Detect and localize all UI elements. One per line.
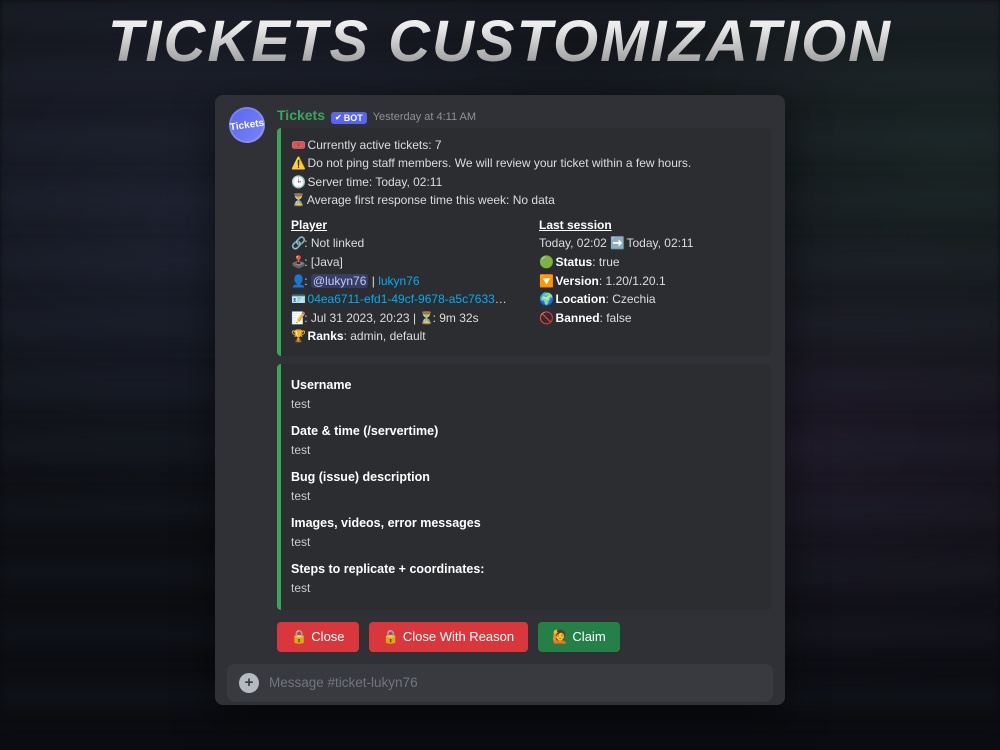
globe-icon: 🌍 bbox=[539, 290, 552, 309]
version-value: : 1.20/1.20.1 bbox=[599, 274, 666, 288]
trophy-icon: 🏆 bbox=[291, 327, 304, 346]
hourglass-icon: ⏳ bbox=[291, 191, 304, 210]
field-steps-value: test bbox=[291, 579, 759, 598]
player-duration: : 9m 32s bbox=[433, 311, 479, 325]
message-input[interactable] bbox=[269, 675, 761, 690]
claim-button-label: Claim bbox=[572, 629, 605, 644]
ranks-value: : admin, default bbox=[344, 329, 426, 343]
player-platform: : [Java] bbox=[304, 255, 343, 269]
field-username-label: Username bbox=[291, 376, 759, 395]
status-value: : true bbox=[592, 255, 619, 269]
status-dot-icon: 🟢 bbox=[539, 253, 552, 272]
lock-icon: 🔒 bbox=[291, 629, 305, 645]
close-with-reason-label: Close With Reason bbox=[403, 629, 514, 644]
user-link[interactable]: lukyn76 bbox=[378, 274, 419, 288]
claim-button[interactable]: 🙋 Claim bbox=[538, 622, 620, 652]
raise-hand-icon: 🙋 bbox=[552, 629, 566, 645]
embed-form: Usernametest Date & time (/servertime)te… bbox=[277, 364, 771, 610]
field-username-value: test bbox=[291, 395, 759, 414]
session-column: Last session Today, 02:02 ➡️ Today, 02:1… bbox=[539, 216, 759, 346]
discord-panel: Tickets Tickets BOT Yesterday at 4:11 AM… bbox=[215, 95, 785, 705]
field-bug-value: test bbox=[291, 487, 759, 506]
banned-label: Banned bbox=[556, 311, 600, 325]
close-with-reason-button[interactable]: 🔒 Close With Reason bbox=[369, 622, 529, 652]
player-heading: Player bbox=[291, 218, 327, 232]
page-title: TICKETS CUSTOMIZATION bbox=[0, 8, 1000, 75]
location-value: : Czechia bbox=[606, 292, 656, 306]
embed-info: 🎟️ Currently active tickets: 7 ⚠️ Do not… bbox=[277, 128, 771, 357]
session-to: Today, 02:11 bbox=[623, 236, 693, 250]
bot-message: Tickets Tickets BOT Yesterday at 4:11 AM… bbox=[215, 95, 785, 618]
link-icon: 🔗 bbox=[291, 234, 304, 253]
field-datetime-value: test bbox=[291, 441, 759, 460]
ranks-label: Ranks bbox=[308, 329, 344, 343]
status-label: Status bbox=[556, 255, 593, 269]
field-datetime-label: Date & time (/servertime) bbox=[291, 422, 759, 441]
attach-plus-icon[interactable]: + bbox=[239, 673, 259, 693]
active-tickets-text: Currently active tickets: 7 bbox=[308, 138, 442, 152]
field-bug-label: Bug (issue) description bbox=[291, 468, 759, 487]
clock-icon: 🕒 bbox=[291, 173, 304, 192]
player-uuid[interactable]: 04ea6711-efd1-49cf-9678-a5c763366a63 bbox=[308, 292, 511, 306]
version-icon: 🔽 bbox=[539, 272, 552, 291]
avg-response-text: Average first response time this week: N… bbox=[307, 193, 555, 207]
ticket-icon: 🎟️ bbox=[291, 136, 304, 155]
close-button-label: Close bbox=[311, 629, 344, 644]
player-column: Player 🔗: Not linked 🕹️: [Java] 👤: @luky… bbox=[291, 216, 511, 346]
bot-name[interactable]: Tickets bbox=[277, 107, 325, 123]
field-steps-label: Steps to replicate + coordinates: bbox=[291, 560, 759, 579]
banned-value: : false bbox=[600, 311, 632, 325]
field-media-label: Images, videos, error messages bbox=[291, 514, 759, 533]
close-button[interactable]: 🔒 Close bbox=[277, 622, 359, 652]
button-row: 🔒 Close 🔒 Close With Reason 🙋 Claim bbox=[215, 618, 785, 664]
player-linked: : Not linked bbox=[304, 236, 364, 250]
message-timestamp: Yesterday at 4:11 AM bbox=[373, 111, 476, 123]
user-icon: 👤 bbox=[291, 272, 304, 291]
hourglass2-icon: ⏳ bbox=[419, 309, 432, 328]
session-from: Today, 02:02 bbox=[539, 236, 607, 250]
warning-icon: ⚠️ bbox=[291, 154, 304, 173]
platform-icon: 🕹️ bbox=[291, 253, 304, 272]
location-label: Location bbox=[556, 292, 606, 306]
session-heading: Last session bbox=[539, 218, 612, 232]
arrow-right-icon: ➡️ bbox=[610, 234, 623, 253]
field-media-value: test bbox=[291, 533, 759, 552]
user-mention[interactable]: @lukyn76 bbox=[311, 274, 369, 288]
player-seen: : Jul 31 2023, 20:23 | bbox=[304, 311, 419, 325]
bot-badge: BOT bbox=[331, 112, 367, 124]
lock2-icon: 🔒 bbox=[383, 629, 397, 645]
note-icon: 📝 bbox=[291, 309, 304, 328]
no-ping-text: Do not ping staff members. We will revie… bbox=[308, 156, 692, 170]
message-compose[interactable]: + bbox=[227, 664, 773, 702]
server-time-text: Server time: Today, 02:11 bbox=[308, 175, 443, 189]
id-card-icon: 🪪 bbox=[291, 290, 304, 309]
banned-icon: 🚫 bbox=[539, 309, 552, 328]
version-label: Version bbox=[556, 274, 599, 288]
bot-avatar[interactable]: Tickets bbox=[227, 105, 268, 146]
